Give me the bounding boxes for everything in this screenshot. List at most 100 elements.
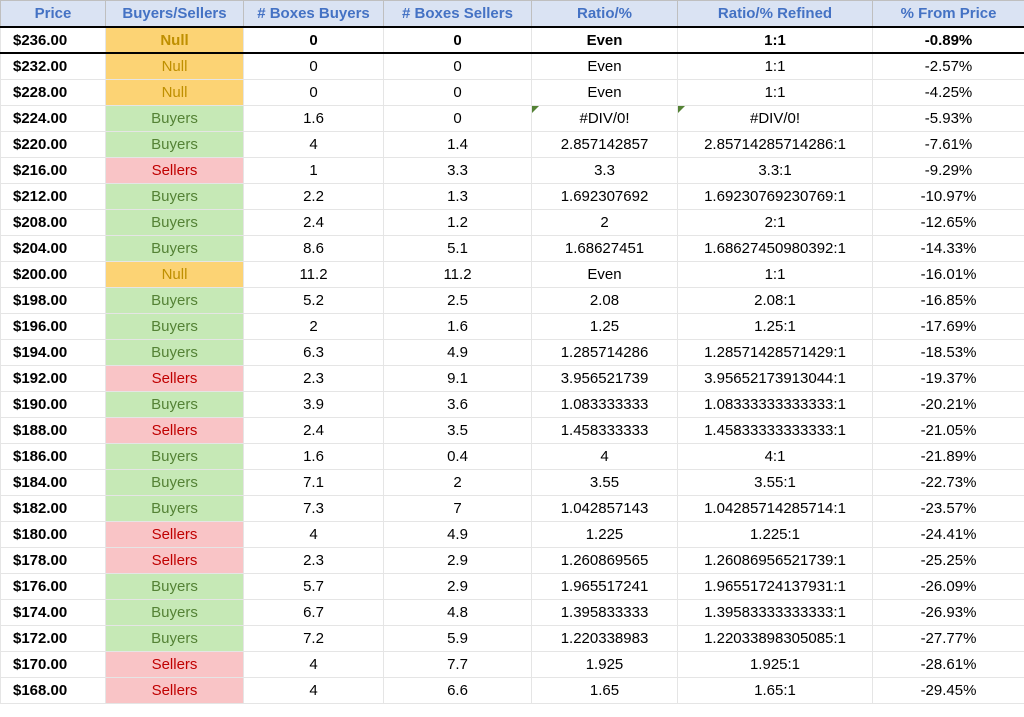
cell-price[interactable]: $232.00 (1, 53, 106, 79)
cell-boxes-sellers[interactable]: 2.5 (384, 287, 532, 313)
cell-price[interactable]: $220.00 (1, 131, 106, 157)
cell-boxes-sellers[interactable]: 0 (384, 27, 532, 53)
cell-ratio-refined[interactable]: 1:1 (678, 79, 873, 105)
header-ratio[interactable]: Ratio/% (532, 1, 678, 28)
cell-boxes-sellers[interactable]: 3.5 (384, 417, 532, 443)
cell-boxes-buyers[interactable]: 7.1 (244, 469, 384, 495)
cell-ratio[interactable]: 2 (532, 209, 678, 235)
header-boxes-sellers[interactable]: # Boxes Sellers (384, 1, 532, 28)
cell-pct-from-price[interactable]: -26.09% (873, 573, 1024, 599)
cell-ratio[interactable]: 2.08 (532, 287, 678, 313)
cell-ratio-refined[interactable]: 2.85714285714286:1 (678, 131, 873, 157)
cell-boxes-sellers[interactable]: 3.6 (384, 391, 532, 417)
cell-ratio-refined[interactable]: 1.39583333333333:1 (678, 599, 873, 625)
cell-pct-from-price[interactable]: -14.33% (873, 235, 1024, 261)
cell-pct-from-price[interactable]: -21.05% (873, 417, 1024, 443)
cell-boxes-buyers[interactable]: 7.3 (244, 495, 384, 521)
cell-pct-from-price[interactable]: -26.93% (873, 599, 1024, 625)
cell-pct-from-price[interactable]: -16.01% (873, 261, 1024, 287)
cell-boxes-buyers[interactable]: 6.7 (244, 599, 384, 625)
cell-price[interactable]: $194.00 (1, 339, 106, 365)
cell-pct-from-price[interactable]: -12.65% (873, 209, 1024, 235)
cell-ratio[interactable]: 1.225 (532, 521, 678, 547)
cell-ratio[interactable]: 3.3 (532, 157, 678, 183)
cell-boxes-sellers[interactable]: 1.6 (384, 313, 532, 339)
cell-boxes-sellers[interactable]: 0 (384, 105, 532, 131)
cell-ratio-refined[interactable]: 1:1 (678, 261, 873, 287)
cell-pct-from-price[interactable]: -0.89% (873, 27, 1024, 53)
cell-pct-from-price[interactable]: -5.93% (873, 105, 1024, 131)
cell-ratio[interactable]: #DIV/0! (532, 105, 678, 131)
cell-boxes-buyers[interactable]: 2.2 (244, 183, 384, 209)
cell-pct-from-price[interactable]: -28.61% (873, 651, 1024, 677)
cell-boxes-buyers[interactable]: 2.4 (244, 209, 384, 235)
cell-buyers-sellers[interactable]: Buyers (106, 443, 244, 469)
cell-ratio[interactable]: 1.965517241 (532, 573, 678, 599)
cell-boxes-buyers[interactable]: 7.2 (244, 625, 384, 651)
cell-boxes-sellers[interactable]: 11.2 (384, 261, 532, 287)
cell-price[interactable]: $172.00 (1, 625, 106, 651)
cell-price[interactable]: $186.00 (1, 443, 106, 469)
cell-price[interactable]: $198.00 (1, 287, 106, 313)
header-boxes-buyers[interactable]: # Boxes Buyers (244, 1, 384, 28)
cell-pct-from-price[interactable]: -23.57% (873, 495, 1024, 521)
cell-ratio[interactable]: Even (532, 53, 678, 79)
cell-ratio-refined[interactable]: 1.65:1 (678, 677, 873, 703)
cell-pct-from-price[interactable]: -18.53% (873, 339, 1024, 365)
cell-ratio[interactable]: 1.285714286 (532, 339, 678, 365)
cell-price[interactable]: $168.00 (1, 677, 106, 703)
cell-price[interactable]: $204.00 (1, 235, 106, 261)
cell-ratio[interactable]: 1.042857143 (532, 495, 678, 521)
cell-ratio-refined[interactable]: 1:1 (678, 53, 873, 79)
cell-buyers-sellers[interactable]: Buyers (106, 287, 244, 313)
cell-ratio[interactable]: 1.395833333 (532, 599, 678, 625)
cell-price[interactable]: $184.00 (1, 469, 106, 495)
cell-boxes-buyers[interactable]: 3.9 (244, 391, 384, 417)
cell-ratio-refined[interactable]: 1:1 (678, 27, 873, 53)
cell-boxes-sellers[interactable]: 4.9 (384, 339, 532, 365)
cell-pct-from-price[interactable]: -7.61% (873, 131, 1024, 157)
cell-boxes-sellers[interactable]: 6.6 (384, 677, 532, 703)
cell-buyers-sellers[interactable]: Null (106, 27, 244, 53)
header-price[interactable]: Price (1, 1, 106, 28)
header-ratio-refined[interactable]: Ratio/% Refined (678, 1, 873, 28)
cell-buyers-sellers[interactable]: Buyers (106, 599, 244, 625)
cell-buyers-sellers[interactable]: Null (106, 261, 244, 287)
cell-price[interactable]: $224.00 (1, 105, 106, 131)
cell-buyers-sellers[interactable]: Null (106, 79, 244, 105)
cell-buyers-sellers[interactable]: Buyers (106, 495, 244, 521)
cell-boxes-sellers[interactable]: 2.9 (384, 573, 532, 599)
cell-buyers-sellers[interactable]: Buyers (106, 131, 244, 157)
cell-pct-from-price[interactable]: -27.77% (873, 625, 1024, 651)
cell-ratio-refined[interactable]: 1.225:1 (678, 521, 873, 547)
cell-pct-from-price[interactable]: -19.37% (873, 365, 1024, 391)
cell-ratio-refined[interactable]: 1.26086956521739:1 (678, 547, 873, 573)
cell-boxes-sellers[interactable]: 0 (384, 79, 532, 105)
cell-boxes-buyers[interactable]: 8.6 (244, 235, 384, 261)
cell-boxes-sellers[interactable]: 4.9 (384, 521, 532, 547)
cell-boxes-sellers[interactable]: 2.9 (384, 547, 532, 573)
cell-ratio[interactable]: 1.220338983 (532, 625, 678, 651)
cell-price[interactable]: $170.00 (1, 651, 106, 677)
cell-boxes-sellers[interactable]: 5.1 (384, 235, 532, 261)
cell-boxes-buyers[interactable]: 1.6 (244, 443, 384, 469)
cell-ratio[interactable]: 1.260869565 (532, 547, 678, 573)
cell-price[interactable]: $216.00 (1, 157, 106, 183)
cell-ratio-refined[interactable]: 1.04285714285714:1 (678, 495, 873, 521)
cell-pct-from-price[interactable]: -2.57% (873, 53, 1024, 79)
cell-boxes-sellers[interactable]: 0 (384, 53, 532, 79)
cell-price[interactable]: $212.00 (1, 183, 106, 209)
header-pct-from-price[interactable]: % From Price (873, 1, 1024, 28)
cell-price[interactable]: $182.00 (1, 495, 106, 521)
cell-boxes-buyers[interactable]: 2.3 (244, 365, 384, 391)
cell-boxes-buyers[interactable]: 0 (244, 79, 384, 105)
cell-ratio[interactable]: 3.956521739 (532, 365, 678, 391)
cell-buyers-sellers[interactable]: Buyers (106, 339, 244, 365)
cell-boxes-buyers[interactable]: 1 (244, 157, 384, 183)
cell-price[interactable]: $178.00 (1, 547, 106, 573)
cell-pct-from-price[interactable]: -25.25% (873, 547, 1024, 573)
cell-pct-from-price[interactable]: -16.85% (873, 287, 1024, 313)
cell-ratio[interactable]: Even (532, 79, 678, 105)
cell-buyers-sellers[interactable]: Buyers (106, 625, 244, 651)
cell-buyers-sellers[interactable]: Sellers (106, 417, 244, 443)
